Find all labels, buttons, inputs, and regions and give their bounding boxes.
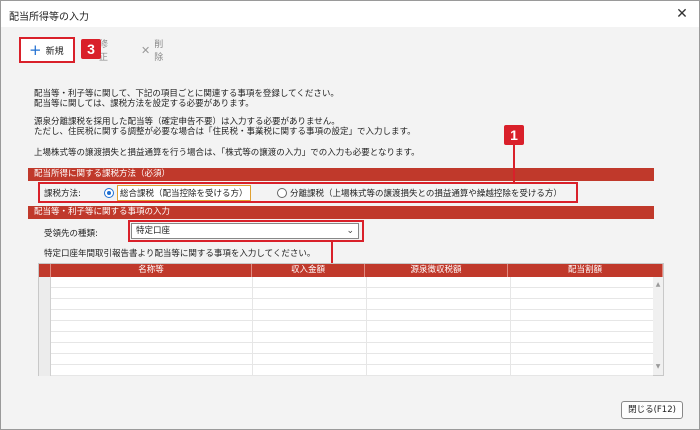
table-row[interactable] — [39, 332, 653, 343]
recipient-type-value: 特定口座 — [136, 226, 171, 236]
info-line: ただし、住民税に関する調整が必要な場合は「住民税・事業税に関する事項の設定」で入… — [34, 127, 416, 137]
callout-connector-1 — [513, 145, 515, 183]
table-header: 名称等 収入金額 源泉徴収税額 配当割額 — [39, 264, 663, 277]
column-divider — [366, 277, 367, 375]
column-header-income[interactable]: 収入金額 — [252, 264, 365, 277]
new-button[interactable]: + 新規 — [19, 37, 75, 63]
scroll-down-icon[interactable]: ▼ — [654, 363, 662, 371]
callout-badge-3: 3 — [81, 39, 101, 59]
info-line: 配当等・利子等に関して、下記の項目ごとに関連する事項を登録してください。 — [34, 89, 339, 99]
new-button-label: 新規 — [45, 46, 64, 57]
scroll-up-icon[interactable]: ▲ — [654, 281, 662, 289]
row-header — [39, 277, 51, 288]
table-row[interactable] — [39, 321, 653, 332]
callout-badge-1: 1 — [504, 125, 524, 145]
row-header — [39, 354, 51, 365]
radio-comprehensive-label: 総合課税（配当控除を受ける方） — [117, 184, 251, 201]
row-header — [39, 299, 51, 310]
table-body — [39, 277, 653, 376]
column-divider — [510, 277, 511, 375]
recipient-type-select[interactable]: 特定口座 ⌄ — [131, 223, 359, 239]
table-row[interactable] — [39, 310, 653, 321]
window-close-icon[interactable]: ✕ — [673, 5, 691, 23]
row-header — [39, 343, 51, 354]
column-header-name[interactable]: 名称等 — [51, 264, 252, 277]
radio-separate-label: 分離課税（上場株式等の譲渡損失との損益通算や繰越控除を受ける方） — [290, 188, 562, 199]
dialog-window: 配当所得等の入力 ✕ + 新規 修正 ✕ 削除 3 配当等・利子等に関して、下記… — [0, 0, 700, 430]
radio-comprehensive-tax[interactable]: 総合課税（配当控除を受ける方） — [104, 184, 251, 201]
info-line: 上場株式等の譲渡損失と損益通算を行う場合は、「株式等の譲渡の入力」での入力も必要… — [34, 148, 420, 158]
table-scrollbar[interactable]: ▲ ▼ — [653, 277, 663, 375]
close-button[interactable]: 閉じる(F12) — [621, 401, 683, 419]
table-row[interactable] — [39, 343, 653, 354]
radio-separate-tax[interactable]: 分離課税（上場株式等の譲渡損失との損益通算や繰越控除を受ける方） — [277, 184, 562, 201]
table-row[interactable] — [39, 354, 653, 365]
column-header-withholding[interactable]: 源泉徴収税額 — [365, 264, 508, 277]
plus-icon: + — [29, 40, 42, 59]
column-header-dividend-tax[interactable]: 配当割額 — [508, 264, 663, 277]
table-row[interactable] — [39, 277, 653, 288]
title-bar: 配当所得等の入力 ✕ — [1, 1, 699, 27]
info-line: 源泉分離課税を採用した配当等（確定申告不要）は入力する必要がありません。 — [34, 117, 340, 127]
table-row[interactable] — [39, 365, 653, 376]
section-header-dividend-entries: 配当等・利子等に関する事項の入力 — [28, 206, 654, 219]
table-row[interactable] — [39, 288, 653, 299]
row-header — [39, 288, 51, 299]
radio-selected-icon — [104, 187, 114, 198]
recipient-type-label: 受領先の種類: — [44, 229, 98, 239]
table-corner — [39, 264, 51, 277]
row-header — [39, 365, 51, 376]
chevron-down-icon: ⌄ — [346, 226, 354, 236]
dividend-table: 名称等 収入金額 源泉徴収税額 配当割額 ▲ ▼ — [38, 263, 664, 376]
column-divider — [252, 277, 253, 375]
radio-unselected-icon — [277, 187, 287, 198]
delete-button-label: 削除 — [154, 40, 164, 63]
close-icon: ✕ — [141, 43, 151, 57]
row-header — [39, 332, 51, 343]
delete-button[interactable]: ✕ 削除 — [141, 37, 163, 63]
window-title: 配当所得等の入力 — [9, 12, 89, 23]
info-line: 配当等に関しては、課税方法を設定する必要があります。 — [34, 99, 254, 109]
table-row[interactable] — [39, 299, 653, 310]
entry-hint: 特定口座年間取引報告書より配当等に関する事項を入力してください。 — [44, 249, 316, 259]
row-header — [39, 321, 51, 332]
section-header-tax-method: 配当所得に関する課税方法（必須） — [28, 168, 654, 181]
row-header — [39, 310, 51, 321]
